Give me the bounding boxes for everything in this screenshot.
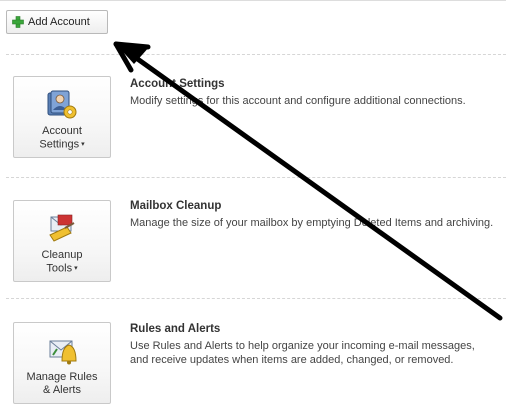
account-settings-title: Account Settings bbox=[130, 78, 225, 90]
manage-rules-label-line2: & Alerts bbox=[43, 384, 81, 396]
account-settings-description: Modify settings for this account and con… bbox=[130, 95, 466, 107]
cleanup-tools-icon bbox=[45, 211, 79, 245]
account-settings-label-line2-wrap: Settings ▾ bbox=[14, 138, 110, 151]
section-divider bbox=[6, 298, 506, 299]
manage-rules-label-line1: Manage Rules bbox=[26, 371, 98, 383]
section-divider bbox=[6, 54, 506, 55]
cleanup-tools-button[interactable]: Cleanup Tools ▾ bbox=[13, 200, 111, 282]
mailbox-cleanup-description: Manage the size of your mailbox by empty… bbox=[130, 217, 494, 229]
manage-rules-alerts-button[interactable]: Manage Rules & Alerts bbox=[13, 322, 111, 404]
cleanup-tools-label-line2: Tools bbox=[46, 262, 73, 275]
rules-and-alerts-description: Use Rules and Alerts to help organize yo… bbox=[130, 340, 475, 366]
rules-and-alerts-title: Rules and Alerts bbox=[130, 323, 221, 335]
account-settings-button[interactable]: Account Settings ▾ bbox=[13, 76, 111, 158]
mailbox-cleanup-title: Mailbox Cleanup bbox=[130, 200, 222, 212]
rules-alerts-icon bbox=[45, 333, 79, 367]
green-plus-icon bbox=[12, 16, 24, 28]
add-account-label: Add Account bbox=[28, 16, 90, 28]
chevron-down-icon: ▾ bbox=[74, 265, 78, 272]
account-settings-label-line2: Settings bbox=[39, 138, 80, 151]
cleanup-tools-label-line1: Cleanup bbox=[41, 249, 83, 261]
account-settings-label-line1: Account bbox=[42, 125, 82, 137]
top-rule bbox=[0, 0, 506, 1]
account-settings-icon bbox=[45, 87, 79, 121]
section-divider bbox=[6, 177, 506, 178]
chevron-down-icon: ▾ bbox=[81, 141, 85, 148]
add-account-button[interactable]: Add Account bbox=[6, 10, 108, 34]
cleanup-tools-label-line2-wrap: Tools ▾ bbox=[14, 262, 110, 275]
